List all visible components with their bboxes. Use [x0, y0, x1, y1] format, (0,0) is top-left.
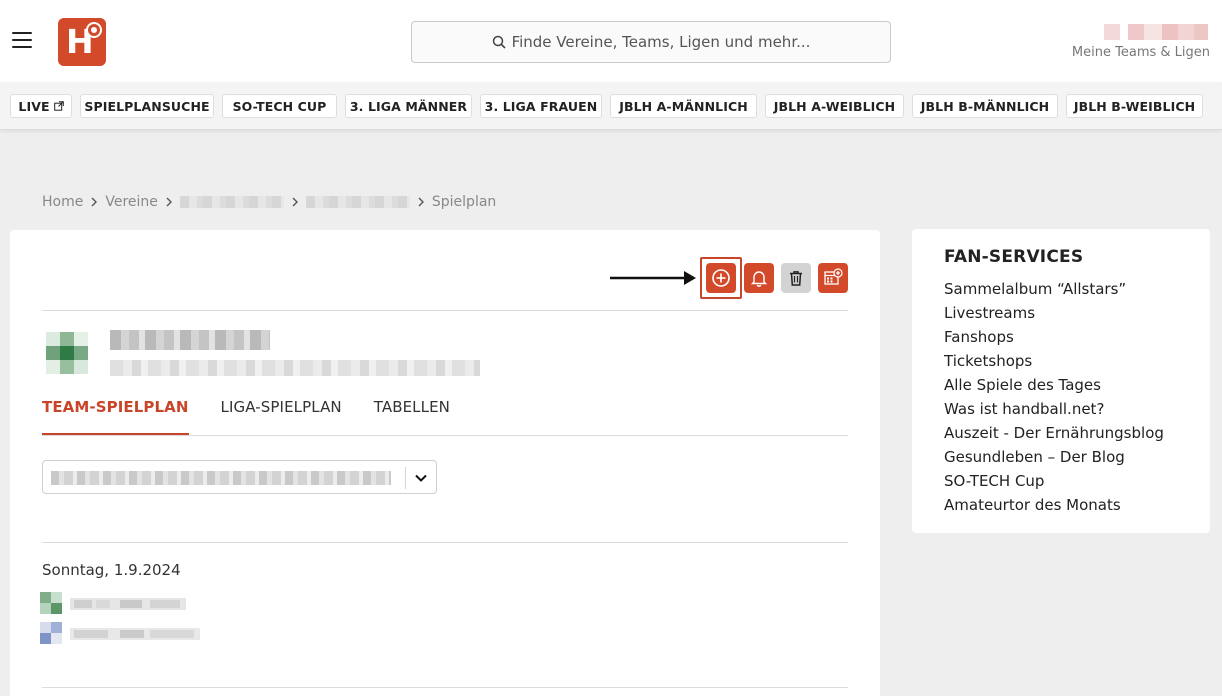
chevron-right-icon	[292, 197, 298, 207]
fan-service-link[interactable]: Sammelalbum “Allstars”	[944, 277, 1164, 301]
fan-service-link[interactable]: Auszeit - Der Ernährungsblog	[944, 421, 1164, 445]
fan-service-link[interactable]: Amateurtor des Monats	[944, 493, 1164, 517]
add-favorite-button[interactable]	[706, 263, 736, 293]
season-select[interactable]	[42, 460, 437, 494]
breadcrumb: Home Vereine Spielplan	[42, 193, 496, 211]
search-placeholder: Finde Vereine, Teams, Ligen und mehr...	[511, 33, 811, 51]
delete-button[interactable]	[781, 263, 811, 293]
calendar-add-icon	[824, 268, 843, 285]
fan-service-link[interactable]: Fanshops	[944, 325, 1164, 349]
chevron-right-icon	[418, 197, 424, 207]
tabs-underline	[42, 435, 848, 436]
menu-icon[interactable]	[12, 32, 32, 48]
fan-services-title: FAN-SERVICES	[944, 247, 1084, 267]
schedule-tabs: TEAM-SPIELPLAN LIGA-SPIELPLAN TABELLEN	[42, 396, 482, 436]
team-league-redacted	[110, 360, 480, 376]
schedule-card: TEAM-SPIELPLAN LIGA-SPIELPLAN TABELLEN S…	[10, 230, 880, 696]
search-input[interactable]: Finde Vereine, Teams, Ligen und mehr...	[411, 21, 891, 63]
logo[interactable]: H	[58, 18, 106, 66]
nav-item-spielplansuche[interactable]: SPIELPLANSUCHE	[80, 94, 214, 118]
calendar-export-button[interactable]	[818, 263, 848, 293]
tab-liga-spielplan[interactable]: LIGA-SPIELPLAN	[221, 396, 342, 436]
fan-service-link[interactable]: SO-TECH Cup	[944, 469, 1164, 493]
breadcrumb-team-redacted[interactable]	[305, 196, 410, 208]
breadcrumb-vereine[interactable]: Vereine	[105, 194, 158, 210]
nav-item-jblh-b-weiblich[interactable]: JBLH B-WEIBLICH	[1066, 94, 1203, 118]
breadcrumb-current: Spielplan	[431, 194, 497, 210]
fan-services-panel: FAN-SERVICES Sammelalbum “Allstars” Live…	[912, 229, 1210, 533]
nav-item-jblh-a-maennlich[interactable]: JBLH A-MÄNNLICH	[610, 94, 757, 118]
nav-item-label: JBLH A-MÄNNLICH	[619, 98, 748, 114]
match-date-heading: Sonntag, 1.9.2024	[42, 561, 181, 579]
bell-icon	[750, 271, 768, 287]
breadcrumb-home[interactable]: Home	[42, 194, 83, 210]
nav-item-label: 3. LIGA FRAUEN	[484, 98, 598, 114]
arrow-right-icon	[610, 271, 696, 285]
trash-icon	[790, 271, 802, 286]
chevron-right-icon	[166, 197, 172, 207]
header: H Finde Vereine, Teams, Ligen und mehr..…	[0, 0, 1222, 82]
external-link-icon	[53, 101, 64, 111]
nav-item-jblh-b-maennlich[interactable]: JBLH B-MÄNNLICH	[912, 94, 1058, 118]
team-logo-redacted	[40, 592, 62, 614]
my-teams-link[interactable]: Meine Teams & Ligen	[1072, 45, 1210, 60]
fan-service-link[interactable]: Alle Spiele des Tages	[944, 373, 1164, 397]
season-select-value-redacted	[51, 471, 391, 485]
nav-item-label: 3. LIGA MÄNNER	[349, 98, 468, 114]
breadcrumb-club-redacted[interactable]	[179, 196, 284, 208]
team-logo-redacted	[40, 622, 62, 644]
nav-item-3-liga-frauen[interactable]: 3. LIGA FRAUEN	[480, 94, 602, 118]
fan-service-link[interactable]: Gesundleben – Der Blog	[944, 445, 1164, 469]
nav-item-label: JBLH A-WEIBLICH	[773, 98, 896, 114]
nav-item-label: JBLH B-WEIBLICH	[1073, 98, 1196, 114]
fan-services-list: Sammelalbum “Allstars” Livestreams Fansh…	[944, 277, 1164, 517]
select-separator	[405, 467, 406, 489]
nav-item-label: JBLH B-MÄNNLICH	[920, 98, 1050, 114]
nav-item-so-tech-cup[interactable]: SO-TECH CUP	[222, 94, 337, 118]
nav-item-3-liga-maenner[interactable]: 3. LIGA MÄNNER	[345, 94, 472, 118]
team-name-redacted	[70, 598, 186, 610]
fan-service-link[interactable]: Ticketshops	[944, 349, 1164, 373]
logo-dot	[88, 24, 100, 36]
nav-item-label: LIVE	[18, 98, 50, 114]
chevron-down-icon	[415, 474, 427, 482]
notification-button[interactable]	[744, 263, 774, 293]
team-name-redacted	[70, 628, 200, 640]
league-navbar: LIVE SPIELPLANSUCHE SO-TECH CUP 3. LIGA …	[0, 82, 1222, 130]
team-logo-redacted	[46, 332, 88, 374]
nav-item-label: SO-TECH CUP	[232, 98, 327, 114]
search-icon	[492, 35, 506, 49]
team-name-redacted	[110, 330, 270, 350]
user-name-redacted	[1104, 24, 1208, 40]
divider	[42, 687, 848, 688]
fan-service-link[interactable]: Was ist handball.net?	[944, 397, 1164, 421]
divider	[42, 310, 848, 311]
plus-circle-icon	[712, 269, 730, 287]
divider	[42, 542, 848, 543]
fan-service-link[interactable]: Livestreams	[944, 301, 1164, 325]
tab-tabellen[interactable]: TABELLEN	[374, 396, 450, 436]
chevron-right-icon	[91, 197, 98, 207]
nav-item-jblh-a-weiblich[interactable]: JBLH A-WEIBLICH	[765, 94, 904, 118]
nav-item-label: SPIELPLANSUCHE	[84, 98, 210, 114]
tab-team-spielplan[interactable]: TEAM-SPIELPLAN	[42, 396, 189, 436]
nav-item-live[interactable]: LIVE	[10, 94, 72, 118]
